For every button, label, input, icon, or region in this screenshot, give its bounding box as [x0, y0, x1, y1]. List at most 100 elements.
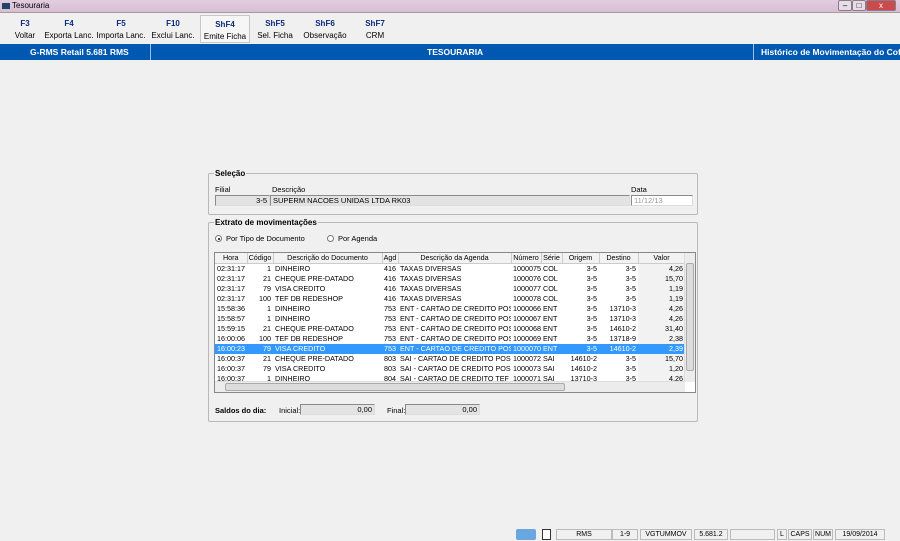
table-row[interactable]: 02:31:17 1 DINHEIRO 416 TAXAS DIVERSAS 100007…: [215, 263, 685, 274]
table-cell: SAI: [543, 353, 555, 363]
app-name: G-RMS Retail 5.681 RMS: [30, 47, 129, 57]
table-row[interactable]: 16:00:37 21 CHEQUE PRE-DATADO 803 SAI - CART…: [215, 353, 685, 364]
vertical-scrollbar[interactable]: [684, 253, 695, 382]
shortcut-key: F3: [20, 19, 30, 28]
table-cell: 1000076: [513, 273, 541, 283]
clipboard-icon[interactable]: [542, 529, 551, 540]
folder-icon[interactable]: [516, 529, 536, 540]
table-row[interactable]: 02:31:17 21 CHEQUE PRE-DATADO 416 TAXAS DIVE…: [215, 273, 685, 284]
toolbar-button-shf7[interactable]: ShF7 CRM: [350, 15, 400, 43]
radio-por-agenda[interactable]: Por Agenda: [327, 234, 377, 243]
column-header[interactable]: Valor: [638, 253, 686, 264]
table-cell: TAXAS DIVERSAS: [400, 263, 462, 273]
table-cell: 02:31:17: [217, 273, 245, 283]
table-cell: 15,70: [638, 353, 685, 364]
table-cell: ENT: [543, 313, 558, 323]
scroll-thumb[interactable]: [225, 383, 565, 391]
column-header[interactable]: Número: [511, 253, 542, 264]
toolbar-button-shf6[interactable]: ShF6 Observação: [300, 15, 350, 43]
table-cell: 4,26: [638, 303, 685, 314]
table-cell: 02:31:17: [217, 263, 245, 273]
table-row[interactable]: 16:00:23 79 VISA CREDITO 753 ENT - CARTAO DE…: [215, 343, 685, 354]
column-header[interactable]: Descrição do Documento: [273, 253, 383, 264]
table-cell: 3-5: [625, 363, 636, 373]
filial-label: Filial: [215, 185, 231, 194]
radio-por-tipo-documento[interactable]: Por Tipo de Documento: [215, 234, 305, 243]
table-cell: 1,20: [638, 363, 685, 374]
column-header[interactable]: Código: [247, 253, 274, 264]
column-header[interactable]: Descrição da Agenda: [398, 253, 512, 264]
table-row[interactable]: 15:58:36 1 DINHEIRO 753 ENT - CARTAO DE CRED…: [215, 303, 685, 314]
table-cell: 3-5: [562, 343, 599, 354]
radio-label: Por Tipo de Documento: [226, 234, 305, 243]
close-button[interactable]: x: [866, 0, 896, 11]
table-cell: ENT: [543, 303, 558, 313]
movimentacoes-table: Hora Código Descrição do Documento Agd Descr…: [215, 253, 686, 384]
column-header[interactable]: Destino: [599, 253, 639, 264]
table-cell: 1000070: [511, 343, 541, 354]
scroll-thumb[interactable]: [686, 263, 694, 371]
toolbar-button-f5[interactable]: F5 Importa Lanc.: [96, 15, 146, 43]
table-cell: 1: [267, 313, 271, 323]
table-cell: ENT - CARTAO DE CREDITO POS: [400, 333, 511, 343]
screen-name: Histórico de Movimentação do Cofre: [761, 47, 900, 57]
minimize-button[interactable]: –: [838, 0, 852, 11]
table-cell: 416: [384, 293, 396, 303]
table-cell: SAI - CARTAO DE CREDITO POS: [400, 363, 511, 373]
toolbar-button-f3[interactable]: F3 Voltar: [0, 15, 50, 43]
movimentacoes-grid[interactable]: Hora Código Descrição do Documento Agd Descr…: [214, 252, 696, 393]
table-cell: 3-5: [586, 283, 597, 293]
column-header[interactable]: Série: [541, 253, 563, 264]
toolbar-button-f4[interactable]: F4 Exporta Lanc.: [44, 15, 94, 43]
table-cell: ENT: [543, 323, 558, 333]
table-cell: 803: [384, 353, 396, 363]
table-cell: 803: [384, 363, 396, 373]
table-cell: 21: [263, 353, 271, 363]
table-cell: 100: [259, 293, 271, 303]
table-cell: 3-5: [625, 263, 636, 273]
table-cell: 753: [384, 323, 396, 333]
table-cell: 14610-2: [570, 363, 597, 373]
table-cell: DINHEIRO: [275, 263, 311, 273]
table-cell: TEF DB REDESHOP: [275, 293, 343, 303]
status-l: L: [777, 529, 787, 540]
column-header[interactable]: Agd: [382, 253, 399, 264]
extrato-title: Extrato de movimentações: [214, 218, 318, 227]
table-cell: 1000069: [513, 333, 541, 343]
table-cell: 416: [384, 283, 396, 293]
horizontal-scrollbar[interactable]: [215, 381, 685, 392]
table-cell: 753: [384, 313, 396, 323]
table-cell: 13710-3: [609, 313, 636, 323]
shortcut-key: F5: [116, 19, 126, 28]
table-cell: 4,26: [638, 263, 685, 274]
status-bar: RMS 1-9 VGTUMMOV 5.681.2 L CAPS NUM 19/0…: [0, 528, 900, 541]
table-cell: 3-5: [625, 293, 636, 303]
table-cell: TAXAS DIVERSAS: [400, 293, 462, 303]
data-label: Data: [631, 185, 647, 194]
filial-field[interactable]: 3-5: [215, 195, 270, 206]
table-cell: 1,19: [638, 293, 685, 304]
module-name: TESOURARIA: [427, 47, 484, 57]
table-row[interactable]: 16:00:06 100 TEF DB REDESHOP 753 ENT - CARTA…: [215, 333, 685, 344]
table-row[interactable]: 15:58:57 1 DINHEIRO 753 ENT - CARTAO DE CRED…: [215, 313, 685, 324]
table-cell: CHEQUE PRE-DATADO: [275, 323, 354, 333]
table-cell: 15:59:15: [217, 323, 245, 333]
table-row[interactable]: 16:00:37 79 VISA CREDITO 803 SAI - CARTAO DE…: [215, 363, 685, 374]
toolbar-button-shf5[interactable]: ShF5 Sel. Ficha: [250, 15, 300, 43]
data-field[interactable]: 11/12/13: [631, 195, 693, 206]
table-row[interactable]: 15:59:15 21 CHEQUE PRE-DATADO 753 ENT - CART…: [215, 323, 685, 334]
table-row[interactable]: 02:31:17 79 VISA CREDITO 416 TAXAS DIVERSAS 1…: [215, 283, 685, 294]
table-row[interactable]: 02:31:17 100 TEF DB REDESHOP 416 TAXAS DIVER…: [215, 293, 685, 304]
button-label: Observação: [303, 31, 347, 40]
table-cell: 4,26: [638, 313, 685, 324]
toolbar-button-f10[interactable]: F10 Exclui Lanc.: [148, 15, 198, 43]
table-cell: 1000077: [513, 283, 541, 293]
shortcut-key: ShF4: [215, 20, 235, 29]
column-header[interactable]: Origem: [562, 253, 600, 264]
column-header[interactable]: Hora: [215, 253, 248, 264]
restore-button[interactable]: □: [852, 0, 866, 11]
table-cell: 3-5: [586, 303, 597, 313]
table-cell: ENT: [541, 343, 562, 354]
descricao-field[interactable]: SUPERM NACOES UNIDAS LTDA RK03: [270, 195, 630, 206]
toolbar-button-shf4[interactable]: ShF4 Emite Ficha: [200, 15, 250, 43]
